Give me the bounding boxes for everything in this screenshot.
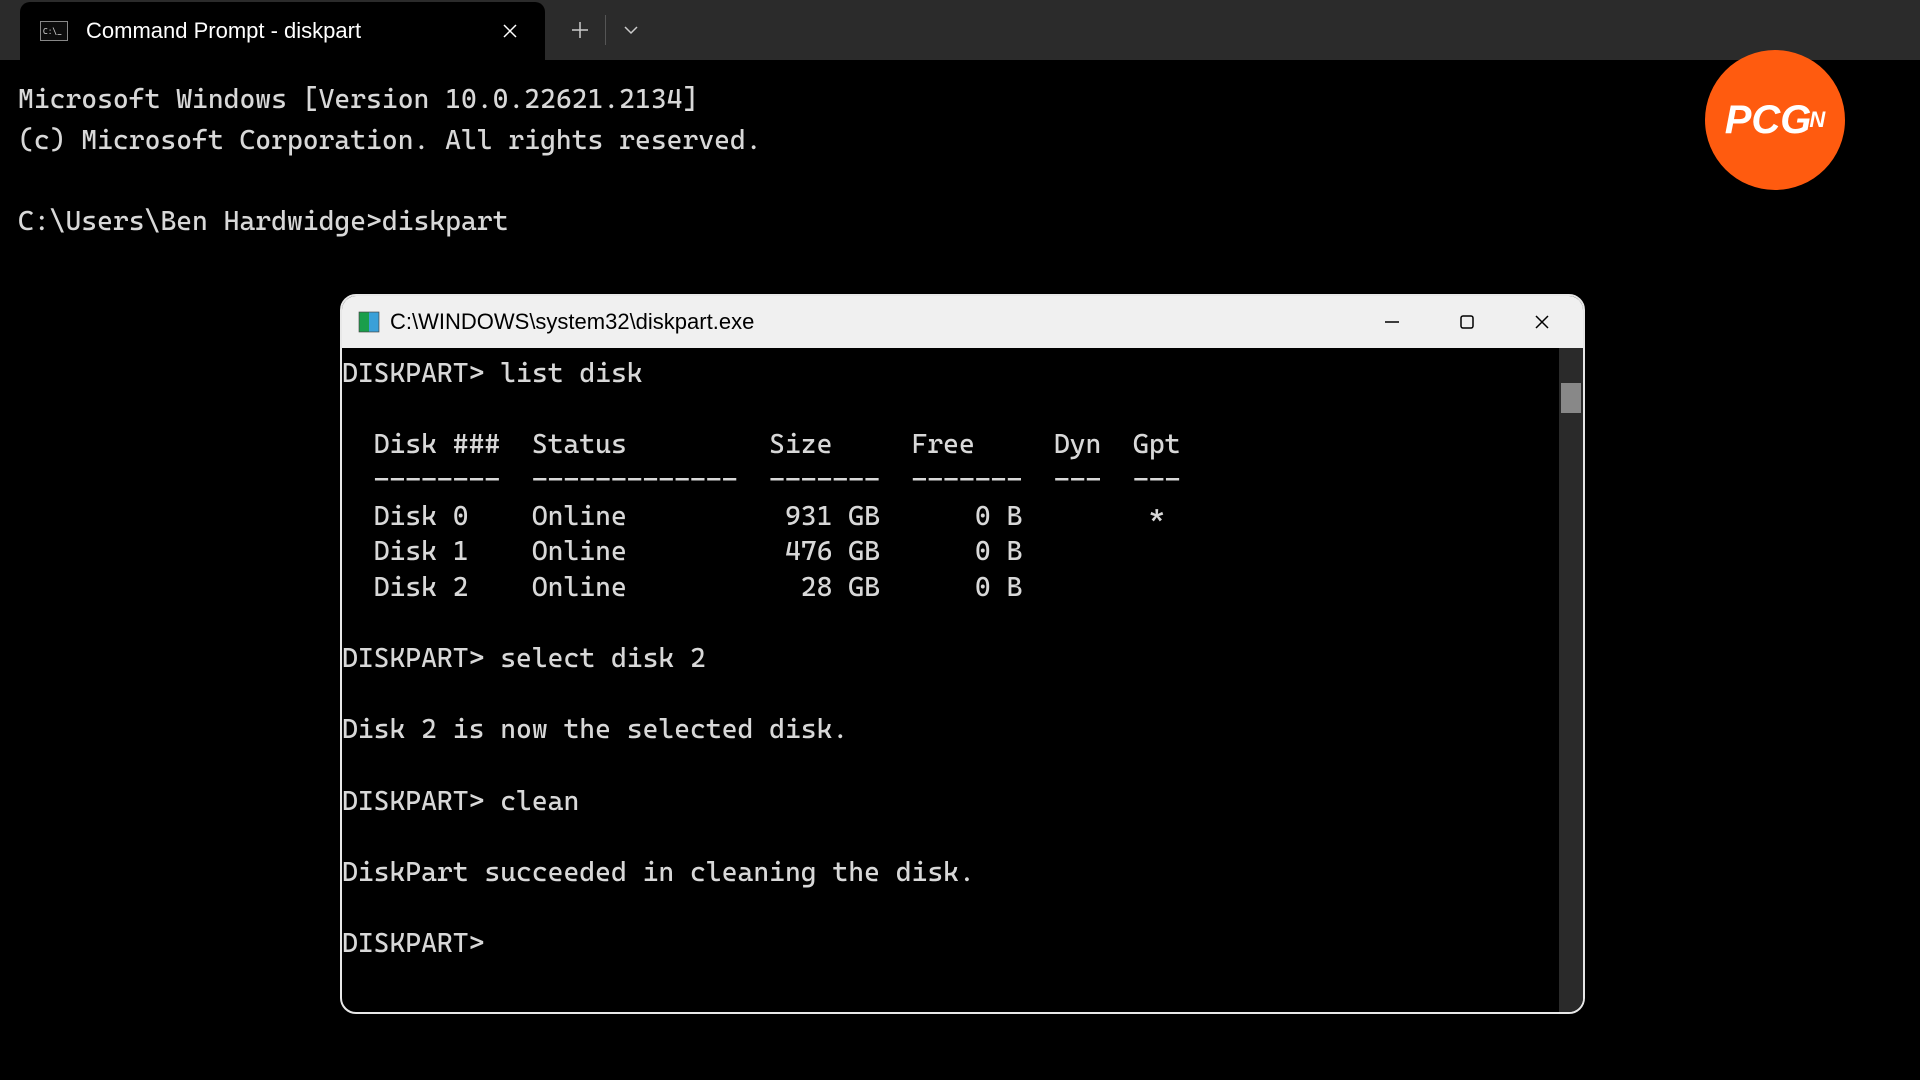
window-titlebar: C:\_ Command Prompt - diskpart xyxy=(0,0,1920,60)
maximize-button[interactable] xyxy=(1452,307,1482,337)
close-tab-button[interactable] xyxy=(495,16,525,46)
scrollbar-thumb[interactable] xyxy=(1561,383,1581,413)
diskpart-window: C:\WINDOWS\system32\diskpart.exe DISKPAR… xyxy=(340,294,1585,1014)
close-button[interactable] xyxy=(1527,307,1557,337)
cmd-clean: clean xyxy=(500,786,579,817)
badge-main: PCG xyxy=(1725,98,1812,143)
pcgn-watermark: PCGN xyxy=(1705,50,1845,190)
cmd-icon: C:\_ xyxy=(40,21,68,41)
tab-dropdown-button[interactable] xyxy=(606,10,656,50)
diskpart-window-icon xyxy=(358,311,380,333)
main-prompt: C:\Users\Ben Hardwidge> xyxy=(18,206,382,237)
diskpart-output[interactable]: DISKPART> list disk Disk ### Status Size… xyxy=(342,348,1583,1012)
table-row: Disk 0 Online 931 GB 0 B * xyxy=(342,501,1165,532)
tab-title: Command Prompt - diskpart xyxy=(86,18,495,44)
scrollbar-track[interactable] xyxy=(1559,348,1583,1012)
diskpart-titlebar[interactable]: C:\WINDOWS\system32\diskpart.exe xyxy=(342,296,1583,348)
main-terminal-output[interactable]: Microsoft Windows [Version 10.0.22621.21… xyxy=(0,60,1920,262)
table-row: Disk 1 Online 476 GB 0 B xyxy=(342,536,1022,567)
main-command: diskpart xyxy=(382,206,509,237)
copyright-line: (c) Microsoft Corporation. All rights re… xyxy=(18,125,762,156)
diskpart-prompt: DISKPART> xyxy=(342,643,484,674)
version-line: Microsoft Windows [Version 10.0.22621.21… xyxy=(18,84,698,115)
minimize-button[interactable] xyxy=(1377,307,1407,337)
tab-actions xyxy=(545,0,666,60)
table-separator: -------- ------------- ------- ------- -… xyxy=(342,465,1180,496)
cmd-list-disk: list disk xyxy=(500,358,642,389)
window-controls xyxy=(1377,307,1567,337)
terminal-tab[interactable]: C:\_ Command Prompt - diskpart xyxy=(20,2,545,60)
msg-clean: DiskPart succeeded in cleaning the disk. xyxy=(342,857,975,888)
diskpart-prompt: DISKPART> xyxy=(342,786,484,817)
table-row: Disk 2 Online 28 GB 0 B xyxy=(342,572,1022,603)
new-tab-button[interactable] xyxy=(555,10,605,50)
diskpart-window-title: C:\WINDOWS\system32\diskpart.exe xyxy=(390,309,1377,335)
diskpart-prompt: DISKPART> xyxy=(342,928,484,959)
badge-sup: N xyxy=(1809,107,1825,133)
diskpart-prompt: DISKPART> xyxy=(342,358,484,389)
cmd-select-disk: select disk 2 xyxy=(500,643,706,674)
msg-select: Disk 2 is now the selected disk. xyxy=(342,714,848,745)
table-header: Disk ### Status Size Free Dyn Gpt xyxy=(342,429,1180,460)
